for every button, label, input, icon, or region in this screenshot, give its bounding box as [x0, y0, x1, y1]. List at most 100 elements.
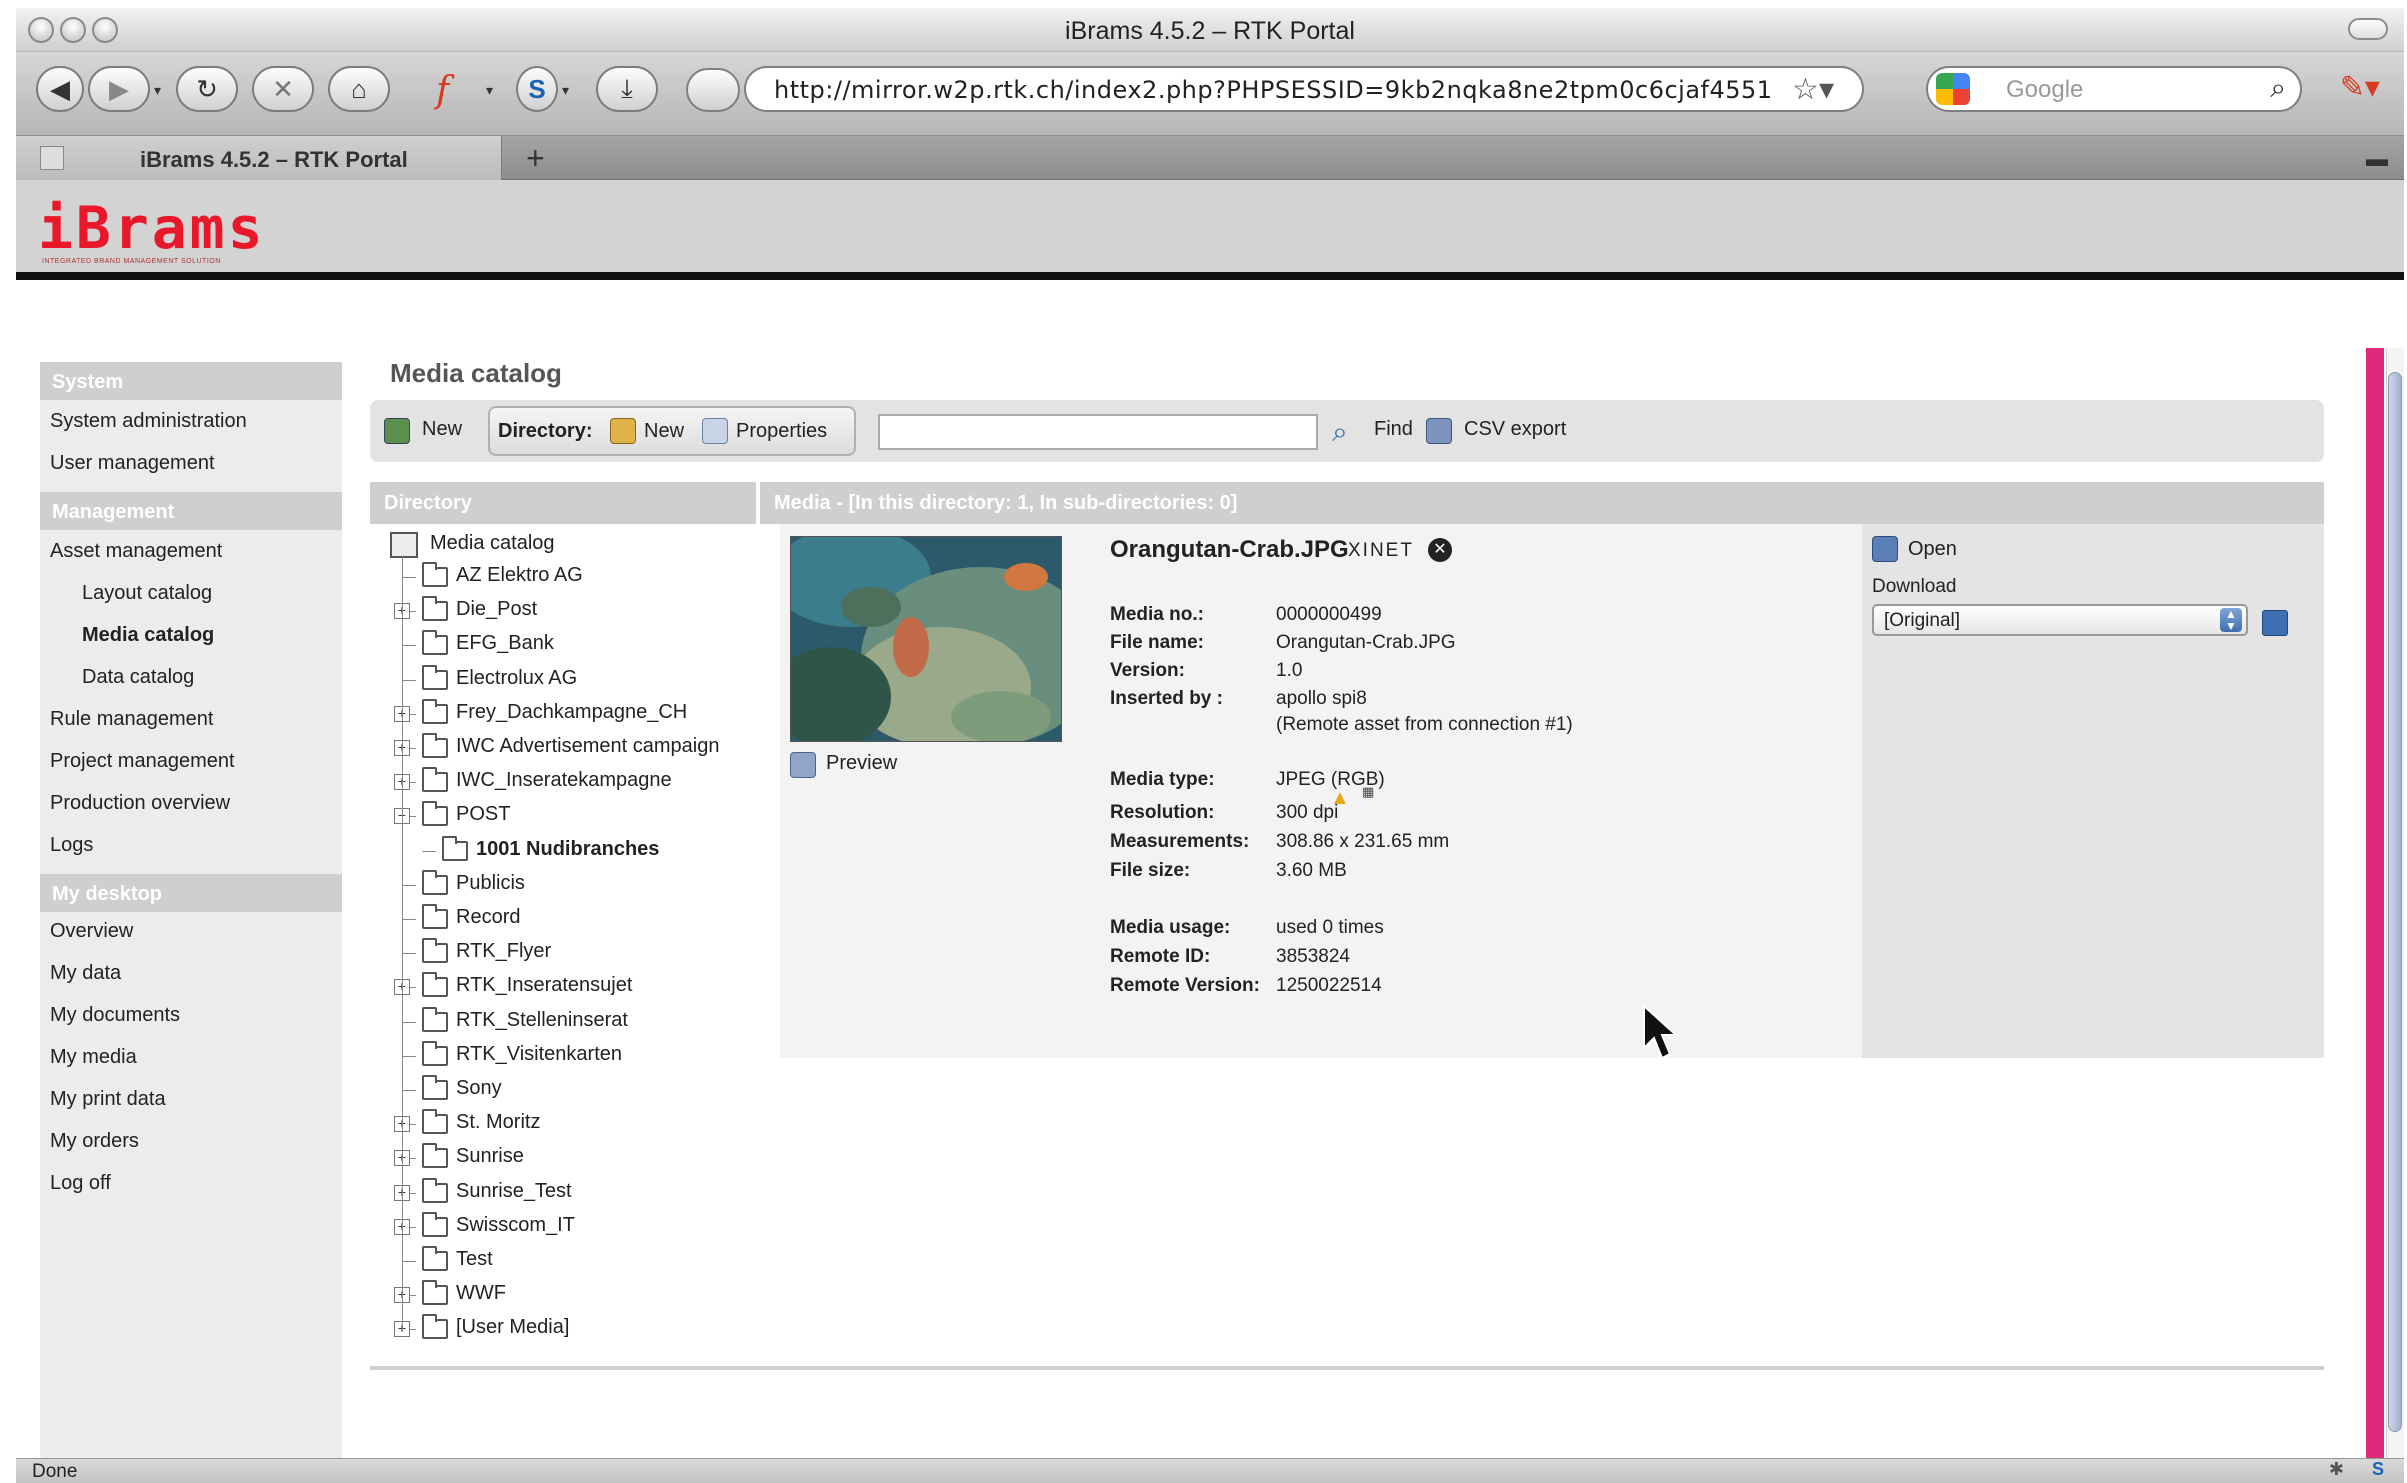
new-tab-button[interactable]: + — [526, 140, 545, 177]
sidebar-item-user-management[interactable]: User management — [50, 452, 215, 475]
sidebar-item-overview[interactable]: Overview — [50, 920, 133, 943]
media-thumbnail[interactable] — [790, 536, 1062, 742]
tree-subfolder[interactable]: 1001 Nudibranches — [370, 835, 750, 866]
tree-folder-label: RTK_Flyer — [456, 940, 552, 963]
tree-folder[interactable]: Publicis — [370, 869, 750, 900]
bookmark-star-icon[interactable]: ☆▾ — [1792, 72, 1834, 107]
sidebar-item-system-administration[interactable]: System administration — [50, 410, 247, 433]
tree-folder[interactable]: + Sunrise — [370, 1143, 750, 1173]
tree-folder[interactable]: RTK_Visitenkarten — [370, 1040, 750, 1071]
reload-button[interactable]: ↻ — [176, 66, 238, 112]
firebug-addon-icon[interactable]: f — [436, 70, 449, 111]
detail-value: 300 dpi — [1276, 802, 1339, 823]
scroll-thumb[interactable] — [2388, 372, 2402, 1432]
folder-icon — [442, 835, 468, 861]
tree-folder[interactable]: − POST — [370, 801, 750, 831]
tree-folder[interactable]: RTK_Flyer — [370, 938, 750, 968]
warning-icon: ▲ — [1330, 787, 1350, 809]
panel-bottom-divider — [370, 1366, 2324, 1370]
address-bar[interactable]: http://mirror.w2p.rtk.ch/index2.php?PHPS… — [686, 66, 1864, 112]
home-button[interactable]: ⌂ — [328, 66, 390, 112]
select-arrows-icon: ▲ ▼ — [2220, 608, 2242, 632]
sidebar-item-media-catalog[interactable]: Media catalog — [82, 624, 214, 647]
tree-folder[interactable]: + Die_Post — [370, 596, 750, 626]
forward-button[interactable]: ▶ — [88, 66, 150, 112]
csv-export-button[interactable]: CSV export — [1464, 418, 1566, 441]
new-media-icon[interactable] — [384, 418, 410, 444]
sidebar-item-rule-management[interactable]: Rule management — [50, 708, 213, 731]
tab-title: iBrams 4.5.2 – RTK Portal — [140, 147, 408, 172]
properties-icon[interactable] — [702, 418, 728, 444]
csv-export-icon[interactable] — [1426, 418, 1452, 444]
tab-active[interactable]: iBrams 4.5.2 – RTK Portal — [16, 136, 502, 180]
tree-folder[interactable]: RTK_Stelleninserat — [370, 1006, 750, 1037]
sidebar-item-my-print-data[interactable]: My print data — [50, 1088, 166, 1111]
search-icon[interactable]: ⌕ — [2270, 72, 2286, 105]
media-search-input[interactable] — [878, 414, 1318, 450]
toolbar-toggle-button[interactable] — [2348, 18, 2388, 40]
sidebar-item-data-catalog[interactable]: Data catalog — [82, 666, 194, 689]
stop-button[interactable]: ✕ — [252, 66, 314, 112]
tree-folder[interactable]: Electrolux AG — [370, 664, 750, 695]
tree-root[interactable]: Media catalog — [390, 530, 750, 560]
scrollbar[interactable] — [2366, 348, 2404, 1468]
detail-label: Version: — [1110, 660, 1185, 681]
site-identity-button[interactable] — [686, 68, 740, 112]
sidebar-item-project-management[interactable]: Project management — [50, 750, 235, 773]
tree-folder[interactable]: + WWF — [370, 1280, 750, 1310]
sidebar-item-my-data[interactable]: My data — [50, 962, 121, 985]
tree-folder[interactable]: + St. Moritz — [370, 1109, 750, 1139]
mouse-cursor-icon — [1643, 1004, 1679, 1060]
tab-list-icon[interactable]: ▬ — [2366, 146, 2388, 172]
new-folder-icon[interactable] — [610, 418, 636, 444]
sidebar-item-my-orders[interactable]: My orders — [50, 1130, 139, 1153]
tree-folder[interactable]: Sony — [370, 1075, 750, 1105]
sidebar-item-log-off[interactable]: Log off — [50, 1172, 111, 1195]
addon-dropdown-icon[interactable]: ▾ — [486, 82, 493, 99]
tree-folder[interactable]: Test — [370, 1246, 750, 1276]
tree-folder[interactable]: + RTK_Inseratensujet — [370, 972, 750, 1002]
folder-icon — [422, 1211, 448, 1237]
back-button[interactable]: ◀ — [36, 66, 84, 112]
google-icon[interactable] — [1936, 73, 1970, 105]
bookmarks-addon-icon[interactable]: ✎▾ — [2340, 70, 2380, 105]
sidebar-item-production-overview[interactable]: Production overview — [50, 792, 230, 815]
download-select[interactable]: [Original] ▲ ▼ — [1872, 604, 2248, 636]
skype-dropdown-icon[interactable]: ▾ — [562, 82, 569, 99]
save-download-icon[interactable] — [2262, 610, 2288, 636]
media-panel: Media - [In this directory: 1, In sub-di… — [760, 482, 2324, 1348]
folder-icon — [422, 1075, 448, 1100]
skype-status-icon[interactable]: S — [2372, 1459, 2384, 1480]
new-media-button[interactable]: New — [422, 418, 462, 441]
history-dropdown-icon[interactable]: ▾ — [154, 82, 161, 99]
tree-guide-line — [402, 556, 403, 1331]
sidebar-item-asset-management[interactable]: Asset management — [50, 540, 222, 563]
sidebar-item-my-documents[interactable]: My documents — [50, 1004, 180, 1027]
tree-folder[interactable]: AZ Elektro AG — [370, 562, 750, 592]
find-button[interactable]: Find — [1374, 418, 1413, 441]
open-link[interactable]: Open — [1908, 538, 1957, 561]
tree-folder[interactable]: Record — [370, 904, 750, 934]
sidebar-item-my-media[interactable]: My media — [50, 1046, 137, 1069]
tree-folder[interactable]: EFG_Bank — [370, 630, 750, 660]
detail-value: 308.86 x 231.65 mm — [1276, 831, 1450, 852]
search-bar[interactable]: Google ⌕ — [1926, 66, 2302, 112]
tree-folder[interactable]: + IWC_Inseratekampagne — [370, 767, 750, 797]
tree-folder[interactable]: + Sunrise_Test — [370, 1177, 750, 1208]
download-button[interactable]: ⤓ — [596, 66, 658, 112]
find-icon[interactable]: ⌕ — [1332, 416, 1348, 449]
preview-icon[interactable] — [790, 752, 816, 778]
addon-status-icon[interactable]: ✱ — [2329, 1459, 2344, 1480]
tree-folder[interactable]: + IWC Advertisement campaign — [370, 733, 750, 763]
tree-folder[interactable]: + [User Media] — [370, 1314, 750, 1344]
sidebar-item-layout-catalog[interactable]: Layout catalog — [82, 582, 212, 605]
skype-addon-button[interactable]: S — [516, 66, 558, 112]
detail-value: 3853824 — [1276, 946, 1350, 967]
preview-link[interactable]: Preview — [826, 752, 897, 775]
open-icon[interactable] — [1872, 536, 1898, 562]
tree-folder[interactable]: + Swisscom_IT — [370, 1211, 750, 1242]
directory-properties-button[interactable]: Properties — [736, 420, 827, 443]
tree-folder[interactable]: + Frey_Dachkampagne_CH — [370, 698, 750, 729]
sidebar-item-logs[interactable]: Logs — [50, 834, 93, 857]
new-directory-button[interactable]: New — [644, 420, 684, 443]
